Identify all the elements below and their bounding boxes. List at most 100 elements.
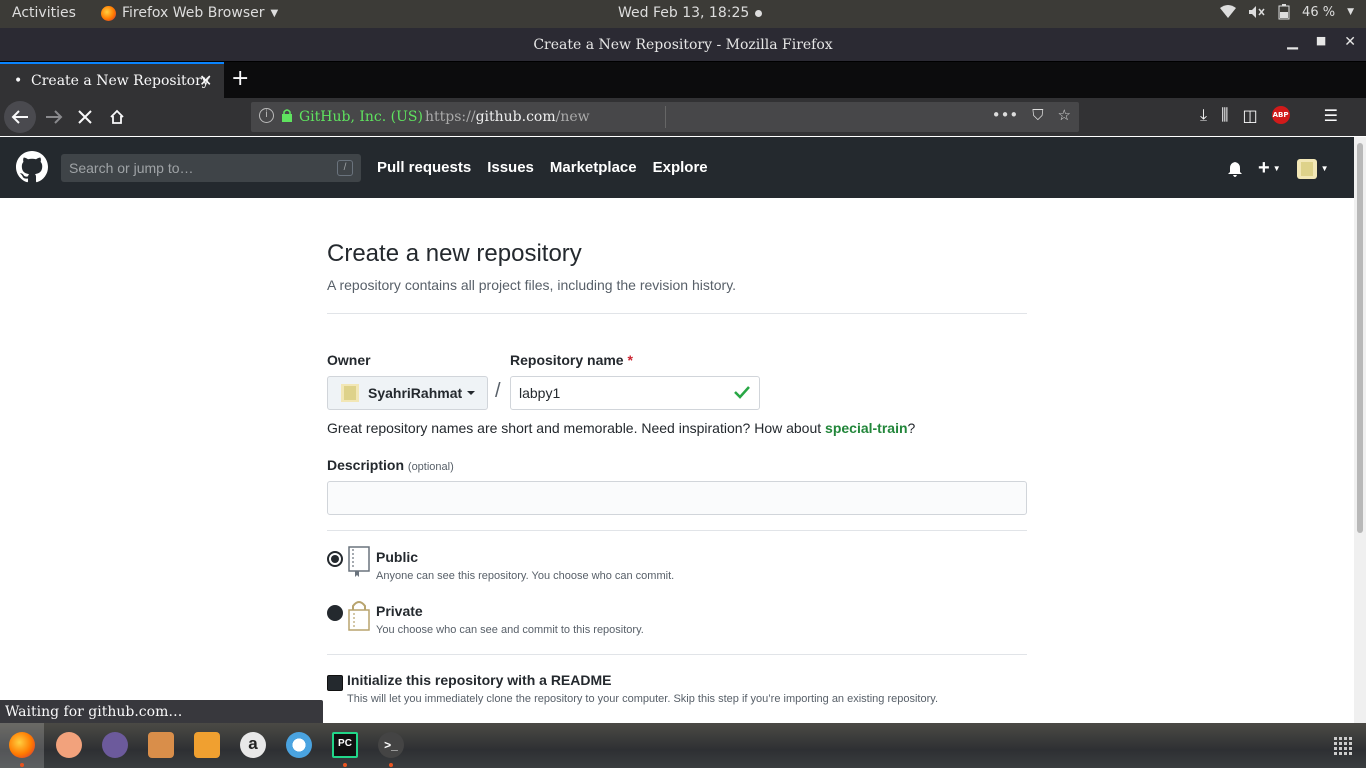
mail-dock-icon[interactable] [56,732,82,758]
check-icon [734,386,750,399]
url-bar[interactable]: i GitHub, Inc. (US) https://github.com/n… [251,102,1079,132]
software-dock-icon[interactable] [194,732,220,758]
avatar [1296,158,1317,179]
caret-down-icon: ▼ [1272,164,1281,173]
minimize-icon[interactable]: ▁ [1287,34,1298,50]
owner-select-button[interactable]: SyahriRahmat [327,376,488,410]
stop-icon [78,110,92,124]
page-title: Create a new repository [327,240,582,267]
status-bar: Waiting for github.com… [0,700,323,724]
home-icon [110,109,124,124]
close-window-icon[interactable]: ✕ [1344,34,1356,50]
nav-pull-requests[interactable]: Pull requests [377,159,471,176]
music-dock-icon[interactable] [148,732,174,758]
github-logo-icon[interactable] [16,151,48,183]
help-dock-icon[interactable] [286,732,312,758]
nav-marketplace[interactable]: Marketplace [550,159,637,176]
github-nav: Pull requests Issues Marketplace Explore [377,159,708,176]
back-arrow-icon [11,110,28,124]
show-applications-icon[interactable] [1334,737,1352,755]
downloads-icon[interactable]: ⤓ [1200,105,1207,125]
adblock-plus-icon[interactable]: ABP [1271,106,1290,124]
divider [327,654,1027,655]
site-info-icon[interactable]: i [259,108,274,123]
terminal-dock-icon[interactable]: >_ [378,732,404,758]
toolbar-right: ⤓ ⫼ ◫ ABP ☰ [1200,105,1338,125]
caret-down-icon: ▼ [1347,7,1354,17]
nav-issues[interactable]: Issues [487,159,534,176]
private-title: Private [376,603,423,619]
url-domain: github.com [475,109,556,125]
github-header: Search or jump to… / Pull requests Issue… [0,137,1354,198]
page-scrollbar[interactable] [1354,137,1366,723]
close-tab-icon[interactable]: ✕ [199,71,212,90]
firefox-dock-icon[interactable] [9,732,35,758]
forward-button[interactable] [42,104,66,130]
app-menu-label: Firefox Web Browser [122,5,265,21]
init-readme-note: This will let you immediately clone the … [347,693,938,705]
site-identity[interactable]: GitHub, Inc. (US) [299,109,423,125]
create-new-menu[interactable]: + ▼ [1258,157,1281,180]
back-button[interactable] [4,101,36,133]
system-tray[interactable]: 46 % ▼ [1220,4,1354,20]
hint-suffix: ? [907,420,916,436]
owner-repo-separator: / [495,380,501,402]
init-readme-label[interactable]: Initialize this repository with a README [347,672,611,688]
suggestion-link[interactable]: special-train [825,420,907,436]
user-menu[interactable]: ▼ [1296,158,1329,179]
required-mark: * [627,352,633,368]
app-menu[interactable]: Firefox Web Browser ▼ [101,5,278,21]
activities-button[interactable]: Activities [12,5,76,21]
home-button[interactable] [106,104,128,130]
volume-muted-icon [1249,6,1265,18]
tab-loading-icon: • [14,73,23,89]
bell-icon[interactable] [1228,161,1242,177]
repo-book-icon [348,546,370,577]
url-text[interactable]: https://github.com/new [425,109,590,125]
repo-name-input[interactable] [510,376,760,410]
notification-dot [755,9,763,17]
clock[interactable]: Wed Feb 13, 18:25 [618,5,763,21]
battery-icon [1278,4,1290,20]
page-subtitle: A repository contains all project files,… [327,277,737,293]
scrollbar-thumb[interactable] [1357,143,1363,533]
divider [327,313,1027,314]
stop-button[interactable] [74,104,96,130]
visibility-private-radio[interactable] [327,605,343,621]
library-icon[interactable]: ⫼ [1221,105,1228,125]
files-dock-icon[interactable] [102,732,128,758]
repo-name-hint: Great repository names are short and mem… [327,420,915,436]
owner-label: Owner [327,352,371,368]
tab-strip: • Create a New Repository ✕ + [0,62,1366,98]
chevron-down-icon: ▼ [270,7,279,19]
pycharm-dock-icon[interactable]: PC [332,732,358,758]
pocket-icon[interactable]: ⛉ [1032,106,1043,124]
github-search-input[interactable]: Search or jump to… / [61,154,361,182]
page-actions-icon[interactable]: ••• [992,106,1019,124]
lock-icon [348,601,370,631]
tab-create-repository[interactable]: • Create a New Repository ✕ [0,62,224,98]
url-path: /new [555,109,590,125]
battery-label: 46 % [1302,4,1336,20]
bookmark-star-icon[interactable]: ☆ [1058,106,1071,124]
maximize-icon[interactable]: ■ [1316,34,1326,50]
public-note: Anyone can see this repository. You choo… [376,570,675,582]
public-title: Public [376,549,419,565]
init-readme-checkbox[interactable] [327,675,343,691]
running-indicator [343,763,347,767]
visibility-public-radio[interactable] [327,551,343,567]
lock-icon[interactable] [281,109,293,122]
search-shortcut-key: / [337,160,353,176]
caret-down-icon: ▼ [1320,164,1329,173]
amazon-dock-icon[interactable]: a [240,732,266,758]
optional-tag: (optional) [407,461,454,473]
plus-icon: + [1258,157,1270,179]
nav-explore[interactable]: Explore [653,159,708,176]
navigation-toolbar: i GitHub, Inc. (US) https://github.com/n… [0,98,1366,136]
caret-down-icon [467,391,475,395]
window-controls: ▁ ■ ✕ [1287,34,1356,50]
hamburger-menu-icon[interactable]: ☰ [1324,106,1338,125]
new-tab-button[interactable]: + [231,66,249,91]
description-input[interactable] [327,481,1027,515]
sidebar-icon[interactable]: ◫ [1242,106,1257,125]
